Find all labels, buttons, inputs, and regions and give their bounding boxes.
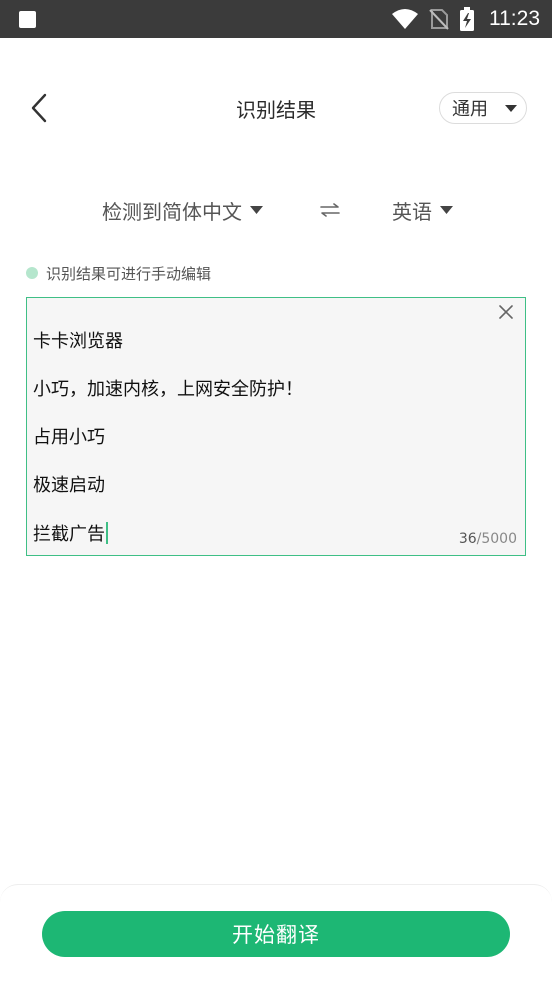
wifi-icon [392,9,418,29]
character-max: /5000 [476,531,517,547]
caret-down-icon [250,206,263,214]
editor-text[interactable]: 卡卡浏览器 小巧，加速内核，上网安全防护！ 占用小巧 极速启动 拦截广告 [33,306,493,570]
status-time: 11:23 [489,7,540,30]
status-bar: 11:23 [0,0,552,38]
editor-line: 小巧，加速内核，上网安全防护！ [33,379,303,400]
bottom-panel: 开始翻译 [0,884,552,983]
recognized-text-editor[interactable]: 卡卡浏览器 小巧，加速内核，上网安全防护！ 占用小巧 极速启动 拦截广告 36/… [26,297,526,556]
edit-hint: 识别结果可进行手动编辑 [26,262,211,284]
editor-last-line: 拦截广告 [33,522,493,546]
no-sim-icon [429,9,449,30]
start-translate-label: 开始翻译 [232,923,320,947]
caret-down-icon [505,105,517,112]
mode-label: 通用 [452,99,488,120]
status-icons: 11:23 [391,0,540,38]
close-icon [499,305,513,319]
character-count: 36 [458,531,477,547]
editor-line-text: 拦截广告 [33,524,105,545]
mode-dropdown[interactable]: 通用 [439,92,527,124]
target-language-label: 英语 [392,199,432,224]
language-row: 检测到简体中文 英语 [0,192,552,228]
character-counter: 36/5000 [459,531,517,547]
editor-line: 极速启动 [33,475,105,496]
source-language-label: 检测到简体中文 [102,199,242,224]
clear-text-button[interactable] [497,303,515,321]
swap-arrows-icon [320,203,340,217]
editor-line: 占用小巧 [33,427,105,448]
editor-line: 卡卡浏览器 [33,331,123,352]
start-translate-button[interactable]: 开始翻译 [42,911,510,957]
source-language-select[interactable]: 检测到简体中文 [102,192,263,228]
text-cursor [106,522,108,544]
caret-down-icon [440,206,453,214]
notification-icon [19,11,36,28]
target-language-select[interactable]: 英语 [392,192,453,228]
battery-charging-icon [460,7,474,31]
header: 识别结果 通用 [0,38,552,178]
hint-dot-icon [26,267,38,279]
hint-text: 识别结果可进行手动编辑 [46,264,212,283]
swap-languages-button[interactable] [318,196,342,224]
